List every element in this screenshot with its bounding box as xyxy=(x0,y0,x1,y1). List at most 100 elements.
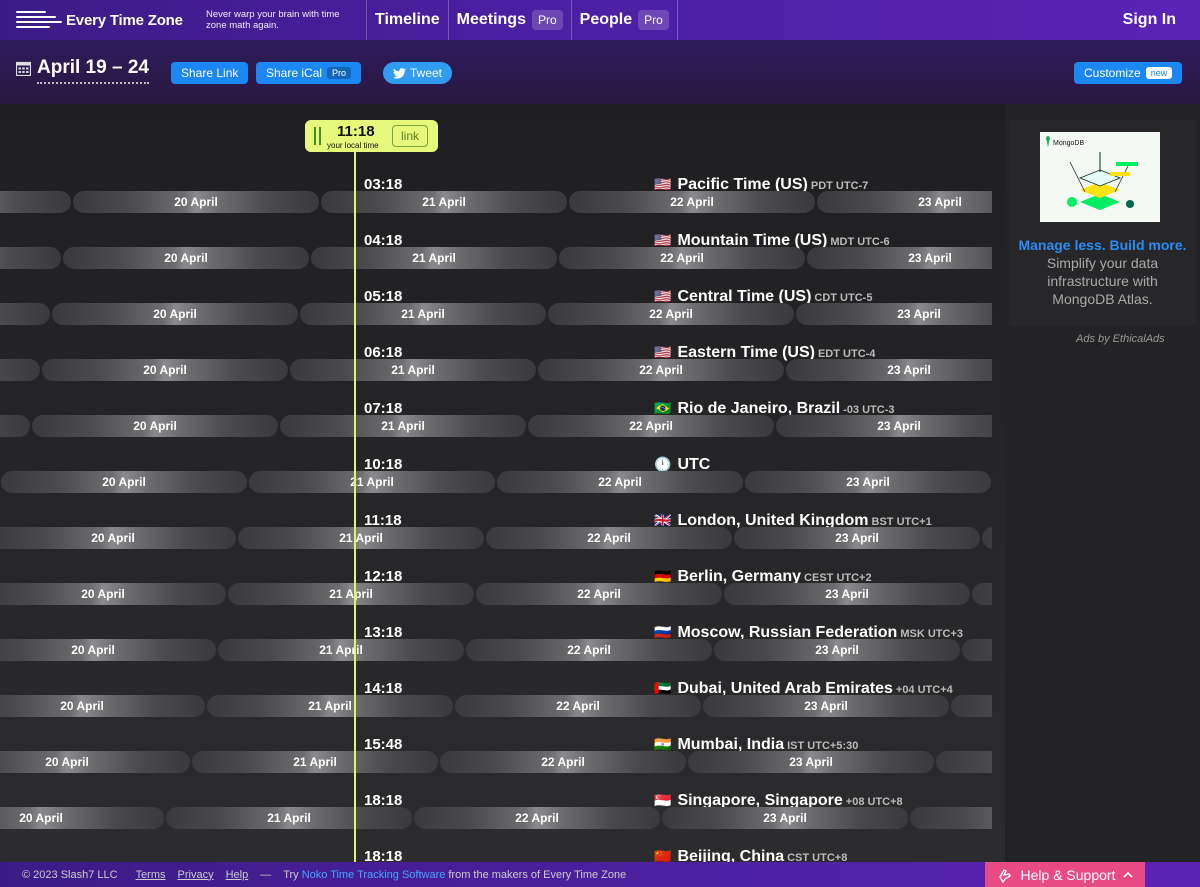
mongodb-illustration: MongoDB xyxy=(1040,132,1160,222)
day-label: 23 April xyxy=(897,307,941,321)
day-label: 22 April xyxy=(649,307,693,321)
day-label: 22 April xyxy=(556,699,600,713)
logo-title: Every Time Zone xyxy=(66,11,183,29)
current-time-line[interactable] xyxy=(354,148,356,862)
day-segment[interactable] xyxy=(962,639,992,661)
timezone-row[interactable]: 18:18 🇸🇬 Singapore, Singapore +08 UTC+8 20 A… xyxy=(0,792,992,848)
day-label: 22 April xyxy=(515,811,559,825)
day-strip[interactable]: 20 April 21 April 22 April 23 April xyxy=(0,751,992,773)
day-label: 21 April xyxy=(422,195,466,209)
timeline-area[interactable]: 03:18 🇺🇸 Pacific Time (US) PDT UTC-7 20 Apri… xyxy=(0,104,1005,862)
timezone-row[interactable]: 04:18 🇺🇸 Mountain Time (US) MDT UTC-6 20 Apr… xyxy=(0,232,992,288)
footer-link-privacy[interactable]: Privacy xyxy=(178,869,214,881)
help-support-label: Help & Support xyxy=(1020,866,1116,883)
share-ical-button[interactable]: Share iCal Pro xyxy=(256,62,362,84)
date-range-picker[interactable]: April 19 – 24 xyxy=(37,57,149,84)
day-label: 23 April xyxy=(815,643,859,657)
timezone-row[interactable]: 06:18 🇺🇸 Eastern Time (US) EDT UTC-4 20 Apri… xyxy=(0,344,992,400)
day-segment[interactable] xyxy=(972,583,992,605)
day-segment[interactable] xyxy=(0,303,50,325)
ad-body: Simplify your data infrastructure with M… xyxy=(1046,255,1159,307)
local-time-marker[interactable]: 11:18 your local time link xyxy=(305,120,438,152)
logo[interactable]: Every Time Zone xyxy=(16,11,190,29)
nav-people[interactable]: People Pro xyxy=(570,0,678,40)
day-label: 20 April xyxy=(91,531,135,545)
toolbar: April 19 – 24 Share Link Share iCal Pro … xyxy=(0,40,1200,104)
day-segment[interactable] xyxy=(982,527,992,549)
ad-box[interactable]: MongoDB Manage less. Build more. Simplif… xyxy=(1009,120,1196,326)
day-segment[interactable] xyxy=(796,303,992,325)
timezone-row[interactable]: 18:18🇨🇳Beijing, ChinaCST UTC+820 April21… xyxy=(0,848,992,862)
day-segment[interactable] xyxy=(0,359,40,381)
sign-in-link[interactable]: Sign In xyxy=(1123,11,1176,29)
day-strip[interactable]: 20 April 21 April 22 April 23 April xyxy=(0,807,992,829)
flag-icon: 🇺🇸 xyxy=(654,232,672,248)
day-strip[interactable]: 20 April 21 April 22 April 23 April xyxy=(0,583,992,605)
share-ical-label: Share iCal xyxy=(266,66,323,80)
zone-local-time: 18:18 xyxy=(364,848,403,862)
nav-meetings[interactable]: Meetings Pro xyxy=(447,0,571,40)
day-strip[interactable]: 20 April 21 April 22 April 23 April xyxy=(0,415,992,437)
timezone-row[interactable]: 15:48 🇮🇳 Mumbai, India IST UTC+5:30 20 April… xyxy=(0,736,992,792)
day-label: 20 April xyxy=(71,643,115,657)
timezone-row[interactable]: 14:18 🇦🇪 Dubai, United Arab Emirates +04 UT… xyxy=(0,680,992,736)
timezone-row[interactable]: 07:18 🇧🇷 Rio de Janeiro, Brazil -03 UTC-3 20… xyxy=(0,400,992,456)
day-strip[interactable]: 20 April 21 April 22 April 23 April xyxy=(0,247,992,269)
timezone-row[interactable]: 03:18 🇺🇸 Pacific Time (US) PDT UTC-7 20 Apri… xyxy=(0,176,992,232)
day-segment[interactable] xyxy=(807,247,992,269)
calendar-icon[interactable] xyxy=(16,61,31,76)
pro-badge: Pro xyxy=(327,67,352,79)
customize-button[interactable]: Customize new xyxy=(1074,62,1183,84)
share-link-button[interactable]: Share Link xyxy=(171,62,249,84)
day-strip[interactable]: 20 April 21 April 22 April 23 April xyxy=(0,191,992,213)
new-badge: new xyxy=(1145,67,1173,79)
top-navigation-bar: Every Time Zone Never warp your brain wi… xyxy=(0,0,1200,40)
day-label: 23 April xyxy=(825,587,869,601)
nav-timeline[interactable]: Timeline xyxy=(366,0,448,40)
day-segment[interactable] xyxy=(951,695,992,717)
day-strip[interactable]: 20 April 21 April 22 April 23 April xyxy=(0,359,992,381)
day-strip[interactable]: 20 April 21 April 22 April 23 April xyxy=(0,695,992,717)
zone-name[interactable]: 🇨🇳 Beijing, China CST UTC+8 xyxy=(654,848,847,862)
sidebar: MongoDB Manage less. Build more. Simplif… xyxy=(1005,104,1200,862)
pro-badge: Pro xyxy=(531,10,563,30)
day-segment[interactable] xyxy=(0,247,61,269)
day-label: 20 April xyxy=(153,307,197,321)
ad-headline: Manage less. Build more. xyxy=(1018,237,1187,253)
timezone-row[interactable]: 05:18 🇺🇸 Central Time (US) CDT UTC-5 20 Apri… xyxy=(0,288,992,344)
day-strip[interactable]: 20 April 21 April 22 April 23 April xyxy=(0,639,992,661)
day-label: 22 April xyxy=(587,531,631,545)
day-segment[interactable] xyxy=(0,191,71,213)
tweet-label: Tweet xyxy=(410,66,443,80)
tweet-button[interactable]: Tweet xyxy=(383,62,453,84)
day-label: 23 April xyxy=(877,419,921,433)
drag-handle-icon[interactable] xyxy=(314,127,321,145)
day-segment[interactable] xyxy=(910,807,992,829)
day-segment[interactable] xyxy=(0,751,190,773)
day-segment[interactable] xyxy=(0,415,30,437)
timezone-row[interactable]: 12:18 🇩🇪 Berlin, Germany CEST UTC+2 20 April… xyxy=(0,568,992,624)
day-label: 22 April xyxy=(629,419,673,433)
day-strip[interactable]: 20 April 21 April 22 April 23 April xyxy=(0,471,992,493)
timezone-row[interactable]: 10:18 🕛 UTC 20 April 21 April 22 April 23 Apri… xyxy=(0,456,992,512)
timezone-row[interactable]: 13:18 🇷🇺 Moscow, Russian Federation MSK UTC… xyxy=(0,624,992,680)
timezone-row[interactable]: 11:18 🇬🇧 London, United Kingdom BST UTC+1 20… xyxy=(0,512,992,568)
day-label: 23 April xyxy=(918,195,962,209)
ad-image[interactable]: MongoDB xyxy=(1040,132,1160,222)
ad-copy[interactable]: Manage less. Build more. Simplify your d… xyxy=(1017,236,1188,308)
ad-attribution[interactable]: Ads by EthicalAds xyxy=(1076,333,1165,345)
noko-link[interactable]: Noko Time Tracking Software xyxy=(302,869,446,881)
help-support-button[interactable]: Help & Support xyxy=(985,862,1145,887)
ad-brand: MongoDB xyxy=(1053,140,1084,147)
day-segment[interactable] xyxy=(817,191,992,213)
footer-link-help[interactable]: Help xyxy=(226,869,249,881)
day-strip[interactable]: 20 April 21 April 22 April 23 April xyxy=(0,303,992,325)
copyright: © 2023 Slash7 LLC xyxy=(22,868,118,881)
day-label: 23 April xyxy=(835,531,879,545)
chevron-up-icon xyxy=(1123,871,1134,878)
day-segment[interactable] xyxy=(936,751,992,773)
day-strip[interactable]: 20 April 21 April 22 April 23 April xyxy=(0,527,992,549)
footer-link-terms[interactable]: Terms xyxy=(136,869,166,881)
time-link-button[interactable]: link xyxy=(392,125,428,147)
day-label: 21 April xyxy=(412,251,456,265)
